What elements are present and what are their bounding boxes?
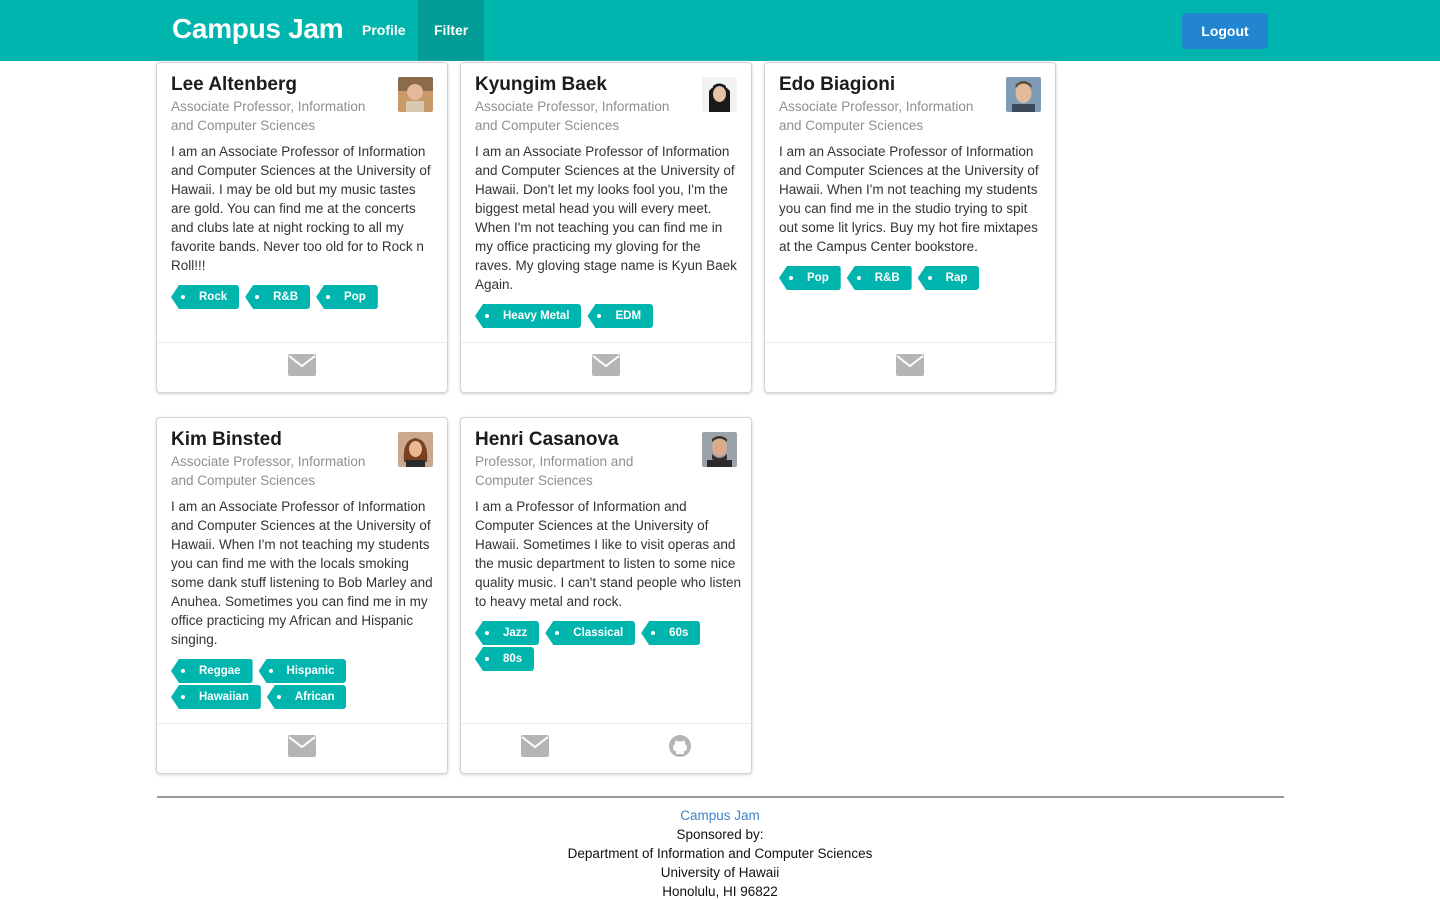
tag-label[interactable]: R&B	[846, 266, 912, 290]
mail-icon[interactable]	[288, 735, 316, 762]
tag-label[interactable]: Hawaiian	[171, 685, 261, 709]
profile-card: Kim Binsted Associate Professor, Informa…	[156, 417, 448, 774]
tag-list: Heavy Metal EDM	[475, 304, 741, 330]
card-name: Lee Altenberg	[171, 74, 297, 95]
mail-icon[interactable]	[896, 354, 924, 381]
tag-label[interactable]: Rap	[917, 266, 980, 290]
brand-logo[interactable]: Campus Jam	[172, 13, 344, 45]
top-navbar: Campus Jam Profile Filter Logout	[0, 0, 1440, 61]
card-title: Associate Professor, Information and Com…	[171, 99, 366, 133]
card-description: I am a Professor of Information and Comp…	[475, 499, 741, 609]
card-name: Kim Binsted	[171, 429, 282, 450]
card-description: I am an Associate Professor of Informati…	[475, 144, 737, 292]
avatar	[702, 432, 737, 467]
card-name: Edo Biagioni	[779, 74, 896, 95]
nav-filter-link[interactable]: Filter	[418, 0, 485, 61]
profile-card: Lee Altenberg Associate Professor, Infor…	[156, 62, 448, 393]
tag-label[interactable]: EDM	[587, 304, 654, 328]
tag-list: Rock R&B Pop	[171, 285, 437, 311]
tag-list: Pop R&B Rap	[779, 266, 1045, 292]
github-icon[interactable]	[668, 734, 692, 763]
tag-label[interactable]: African	[266, 685, 347, 709]
tag-label[interactable]: 60s	[641, 621, 701, 645]
tag-label[interactable]: Rock	[171, 285, 240, 309]
card-description: I am an Associate Professor of Informati…	[171, 499, 433, 647]
avatar	[398, 77, 433, 112]
card-title: Associate Professor, Information and Com…	[779, 99, 974, 133]
nav-profile-link[interactable]: Profile	[346, 0, 422, 61]
footer-sponsored: Sponsored by:	[676, 827, 764, 842]
card-actions	[461, 723, 751, 773]
card-title: Associate Professor, Information and Com…	[475, 99, 670, 133]
profile-card: Edo Biagioni Associate Professor, Inform…	[764, 62, 1056, 393]
avatar	[1006, 77, 1041, 112]
tag-label[interactable]: Classical	[545, 621, 636, 645]
tag-label[interactable]: Heavy Metal	[475, 304, 582, 328]
footer-department: Department of Information and Computer S…	[567, 846, 873, 861]
tag-list: Jazz Classical 60s 80s	[475, 621, 741, 673]
avatar	[702, 77, 737, 112]
card-actions	[157, 723, 447, 773]
footer-title[interactable]: Campus Jam	[0, 806, 1440, 825]
tag-label[interactable]: 80s	[475, 647, 535, 671]
card-actions	[765, 342, 1055, 392]
tag-label[interactable]: Hispanic	[258, 659, 347, 683]
card-title: Professor, Information and Computer Scie…	[475, 454, 634, 488]
tag-label[interactable]: Pop	[779, 266, 841, 290]
footer-address: Honolulu, HI 96822	[662, 884, 778, 899]
footer-university: University of Hawaii	[660, 865, 780, 880]
logout-button[interactable]: Logout	[1182, 13, 1268, 49]
card-name: Kyungim Baek	[475, 74, 607, 95]
mail-icon[interactable]	[520, 735, 549, 762]
profile-card: Henri Casanova Professor, Information an…	[460, 417, 752, 774]
card-actions	[461, 342, 751, 392]
footer-divider	[157, 796, 1284, 798]
card-title: Associate Professor, Information and Com…	[171, 454, 366, 488]
card-description: I am an Associate Professor of Informati…	[171, 144, 431, 273]
profile-card: Kyungim Baek Associate Professor, Inform…	[460, 62, 752, 393]
mail-icon[interactable]	[288, 354, 316, 381]
card-actions	[157, 342, 447, 392]
card-description: I am an Associate Professor of Informati…	[779, 144, 1039, 254]
tag-label[interactable]: Reggae	[171, 659, 253, 683]
avatar	[398, 432, 433, 467]
mail-icon[interactable]	[592, 354, 620, 381]
footer: Campus Jam Sponsored by: Department of I…	[0, 806, 1440, 900]
tag-label[interactable]: Pop	[316, 285, 378, 309]
tag-label[interactable]: R&B	[245, 285, 311, 309]
tag-label[interactable]: Jazz	[475, 621, 540, 645]
card-name: Henri Casanova	[475, 429, 619, 450]
tag-list: Reggae Hispanic Hawaiian African	[171, 659, 437, 711]
